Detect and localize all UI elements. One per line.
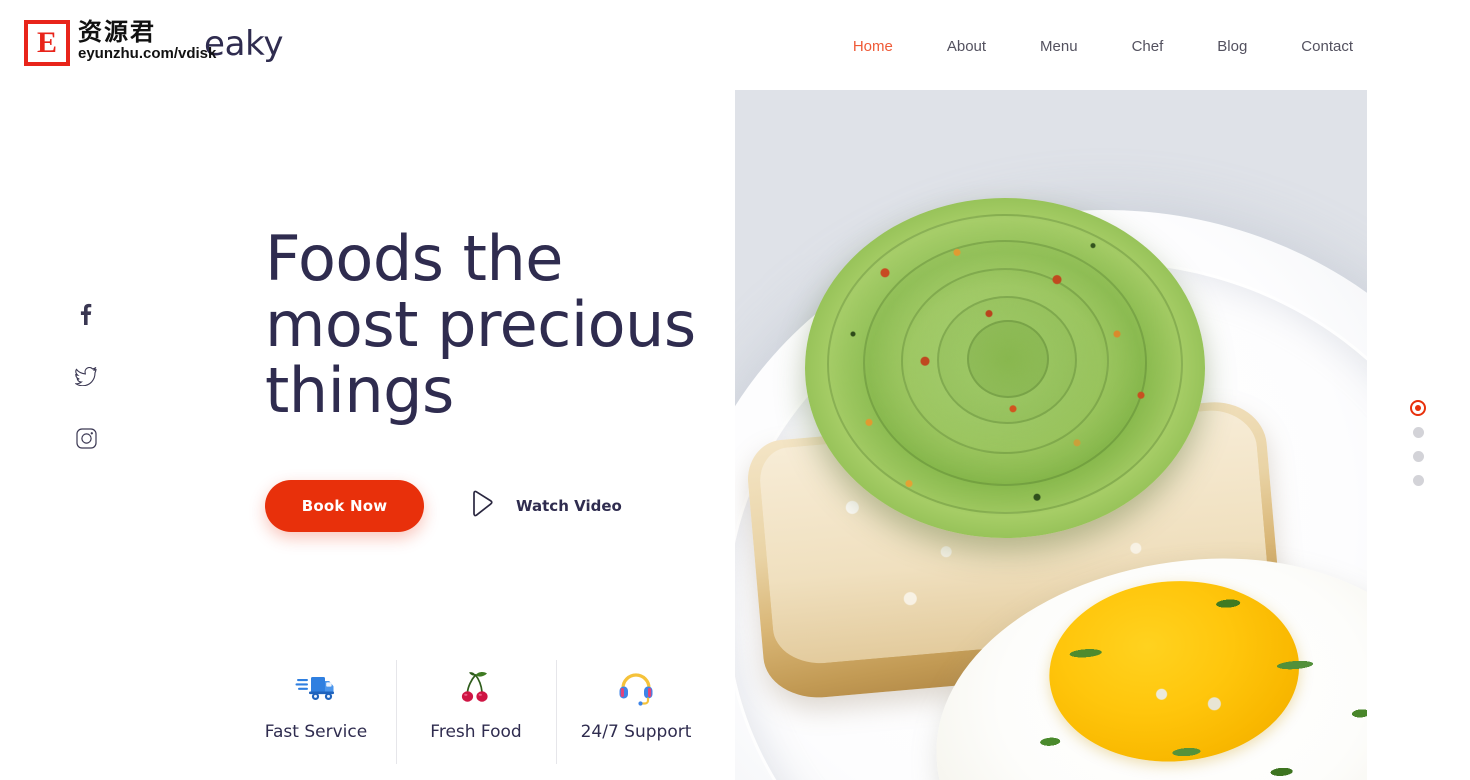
feature-fast-service[interactable]: Fast Service [236, 660, 396, 742]
book-now-button[interactable]: Book Now [265, 480, 424, 532]
slider-dot-2[interactable] [1412, 427, 1424, 438]
delivery-truck-icon [295, 666, 337, 710]
avocado-rose-graphic [805, 198, 1205, 538]
slider-dot-4[interactable] [1412, 475, 1424, 486]
slider-pagination [1410, 400, 1426, 499]
site-logo[interactable]: eaky [24, 14, 283, 74]
landing-page: eaky Home About Menu Chef Blog Contact E… [0, 0, 1470, 780]
nav-item-about[interactable]: About [920, 38, 1013, 55]
twitter-icon[interactable] [72, 362, 100, 390]
feature-label: Fast Service [264, 722, 368, 742]
facebook-icon[interactable] [72, 300, 100, 328]
headset-icon [616, 666, 656, 710]
feature-label: Fresh Food [430, 722, 522, 742]
feature-support[interactable]: 24/7 Support [556, 660, 716, 764]
watch-video-label: Watch Video [516, 497, 622, 515]
spice-flakes-graphic [805, 198, 1205, 538]
fried-egg-graphic [924, 542, 1367, 780]
nav-item-contact[interactable]: Contact [1274, 38, 1380, 55]
social-links [72, 300, 102, 486]
feature-label: 24/7 Support [580, 722, 692, 742]
watch-video-button[interactable]: Watch Video [470, 490, 622, 523]
headline-line-3: things [265, 354, 454, 427]
nav-item-home[interactable]: Home [826, 38, 920, 55]
play-icon [470, 490, 496, 523]
hero-image [735, 90, 1367, 780]
instagram-icon[interactable] [72, 424, 100, 452]
headline-line-1: Foods the [265, 222, 563, 295]
headline-line-2: most precious [265, 288, 696, 361]
slider-dot-3[interactable] [1412, 451, 1424, 462]
cherries-icon [456, 666, 496, 710]
hero-actions: Book Now Watch Video [265, 480, 725, 532]
site-header: eaky Home About Menu Chef Blog Contact [0, 0, 1470, 92]
nav-item-chef[interactable]: Chef [1105, 38, 1191, 55]
main-navigation: Home About Menu Chef Blog Contact [826, 0, 1380, 92]
nav-item-menu[interactable]: Menu [1013, 38, 1105, 55]
hero-content: Foods the most precious things Book Now … [265, 226, 725, 532]
feature-list: Fast Service Fresh Food 24/7 Support [236, 660, 716, 770]
nav-item-blog[interactable]: Blog [1190, 38, 1274, 55]
chives-graphic [924, 542, 1367, 780]
logo-text: eaky [204, 24, 284, 64]
slider-dot-1[interactable] [1410, 400, 1426, 416]
feature-fresh-food[interactable]: Fresh Food [396, 660, 556, 764]
hero-headline: Foods the most precious things [265, 226, 725, 424]
